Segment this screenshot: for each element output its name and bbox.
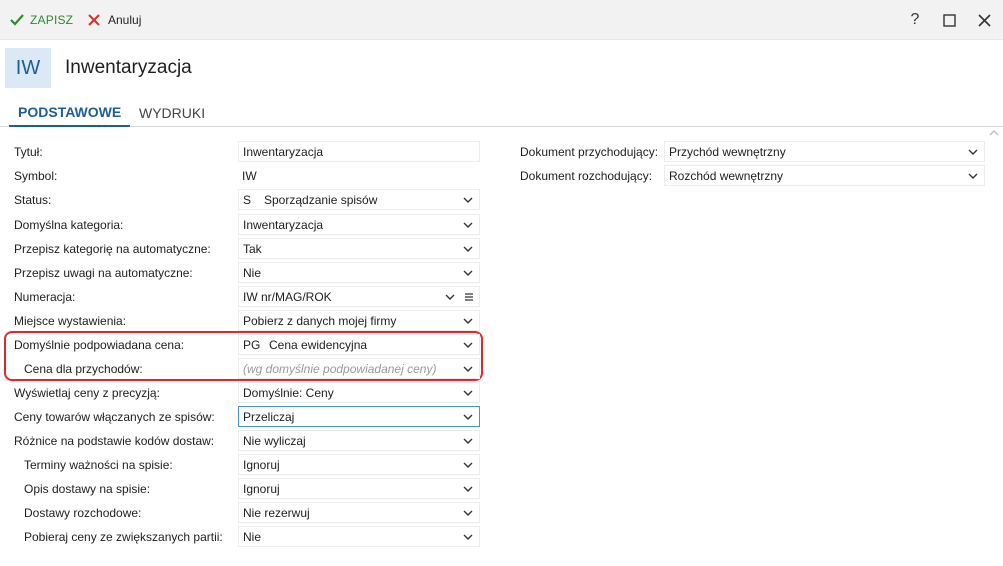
chevron-down-icon [463,342,473,348]
precyzja-select[interactable]: Domyślnie: Ceny [238,382,480,403]
pobieraj-label: Pobieraj ceny ze zwiększanych partii: [24,530,223,544]
ceny-towarow-label: Ceny towarów włączanych ze spisów: [14,410,215,424]
cena-przychodow-label: Cena dla przychodów: [24,362,143,376]
cancel-button-label: Anuluj [108,13,142,27]
dokument-rozchodujacy-label: Dokument rozchodujący: [520,169,653,183]
scroll-up-icon[interactable] [988,128,1000,138]
save-button-label: ZAPISZ [30,13,74,27]
numeracja-value: IW nr/MAG/ROK [243,289,332,304]
roznice-value: Nie wyliczaj [243,433,306,448]
chevron-down-icon [463,486,473,492]
chevron-down-icon [463,270,473,276]
chevron-down-icon [463,366,473,372]
cena-przychodow-select[interactable]: (wg domyślnie podpowiadanej ceny) [238,358,480,379]
kategoria-select[interactable]: Inwentaryzacja [238,214,480,235]
miejsce-label: Miejsce wystawienia: [14,314,127,328]
dokument-rozchodujacy-value: Rozchód wewnętrzny [669,168,784,183]
dokument-przychodujacy-value: Przychód wewnętrzny [669,144,786,159]
maximize-button[interactable] [934,0,964,40]
cena-code: PG [243,337,261,352]
terminy-label: Terminy ważności na spisie: [24,458,173,472]
chevron-down-icon [968,149,978,155]
close-window-button[interactable] [969,0,999,40]
maximize-icon [942,13,956,27]
precyzja-label: Wyświetlaj ceny z precyzją: [14,386,160,400]
tab-bar: PODSTAWOWE WYDRUKI [0,98,1003,127]
dostawy-label: Dostawy rozchodowe: [24,506,142,520]
opis-dostawy-label: Opis dostawy na spisie: [24,482,151,496]
dokument-przychodujacy-label: Dokument przychodujący: [520,145,659,159]
chevron-down-icon [445,294,455,300]
symbol-label: Symbol: [14,169,58,183]
roznice-select[interactable]: Nie wyliczaj [238,430,480,451]
tab-wydruki[interactable]: WYDRUKI [139,98,205,127]
ceny-towarow-value: Przeliczaj [243,409,295,424]
chevron-down-icon [463,414,473,420]
kategoria-value: Inwentaryzacja [243,217,324,232]
pobieraj-value: Nie [243,529,262,544]
status-value: Sporządzanie spisów [264,192,378,207]
toolbar: ZAPISZ Anuluj ? [0,0,1003,40]
status-label: Status: [14,193,52,207]
check-icon [10,14,24,26]
cena-przychodow-placeholder: (wg domyślnie podpowiadanej ceny) [243,361,437,376]
tab-podstawowe[interactable]: PODSTAWOWE [9,98,131,127]
tytul-field[interactable]: Inwentaryzacja [238,141,480,162]
chevron-down-icon [463,462,473,468]
terminy-select[interactable]: Ignoruj [238,454,480,475]
chevron-down-icon [463,197,473,203]
document-type-badge: IW [5,48,51,88]
miejsce-value: Pobierz z danych mojej firmy [243,313,397,328]
chevron-down-icon [463,534,473,540]
status-select[interactable]: S Sporządzanie spisów [238,189,480,210]
przepisz-uwagi-select[interactable]: Nie [238,262,480,283]
precyzja-value: Domyślnie: Ceny [243,385,334,400]
close-x-icon [88,14,100,26]
chevron-down-icon [463,246,473,252]
przepisz-kategorie-select[interactable]: Tak [238,238,480,259]
chevron-down-icon [463,438,473,444]
numeracja-label: Numeracja: [14,290,76,304]
chevron-down-icon [463,318,473,324]
przepisz-uwagi-value: Nie [243,265,262,280]
terminy-value: Ignoruj [243,457,280,472]
miejsce-select[interactable]: Pobierz z danych mojej firmy [238,310,480,331]
list-menu-icon[interactable] [464,291,474,303]
dokument-przychodujacy-select[interactable]: Przychód wewnętrzny [664,141,985,162]
status-code: S [243,192,252,207]
close-icon [977,13,991,27]
pobieraj-select[interactable]: Nie [238,526,480,547]
cena-value: Cena ewidencyjna [269,337,368,352]
tytul-label: Tytuł: [14,145,43,159]
numeracja-select[interactable]: IW nr/MAG/ROK [238,286,480,307]
chevron-down-icon [463,510,473,516]
opis-dostawy-select[interactable]: Ignoruj [238,478,480,499]
przepisz-uwagi-label: Przepisz uwagi na automatyczne: [14,266,193,280]
chevron-down-icon [463,390,473,396]
chevron-down-icon [968,173,978,179]
page-title: Inwentaryzacja [65,57,192,78]
dokument-rozchodujacy-select[interactable]: Rozchód wewnętrzny [664,165,985,186]
opis-dostawy-value: Ignoruj [243,481,280,496]
roznice-label: Różnice na podstawie kodów dostaw: [14,434,215,448]
symbol-field: IW [238,165,480,186]
symbol-value: IW [242,168,257,183]
dostawy-select[interactable]: Nie rezerwuj [238,502,480,523]
przepisz-kategorie-label: Przepisz kategorię na automatyczne: [14,242,211,256]
kategoria-label: Domyślna kategoria: [14,218,124,232]
przepisz-kategorie-value: Tak [243,241,262,256]
cancel-button[interactable]: Anuluj [88,0,141,40]
tytul-value: Inwentaryzacja [243,144,324,159]
chevron-down-icon [463,222,473,228]
dostawy-value: Nie rezerwuj [243,505,310,520]
help-button[interactable]: ? [900,0,930,40]
ceny-towarow-select[interactable]: Przeliczaj [238,406,480,427]
save-button[interactable]: ZAPISZ [10,0,73,40]
cena-label: Domyślnie podpowiadana cena: [14,338,185,352]
cena-select[interactable]: PG Cena ewidencyjna [238,334,480,355]
